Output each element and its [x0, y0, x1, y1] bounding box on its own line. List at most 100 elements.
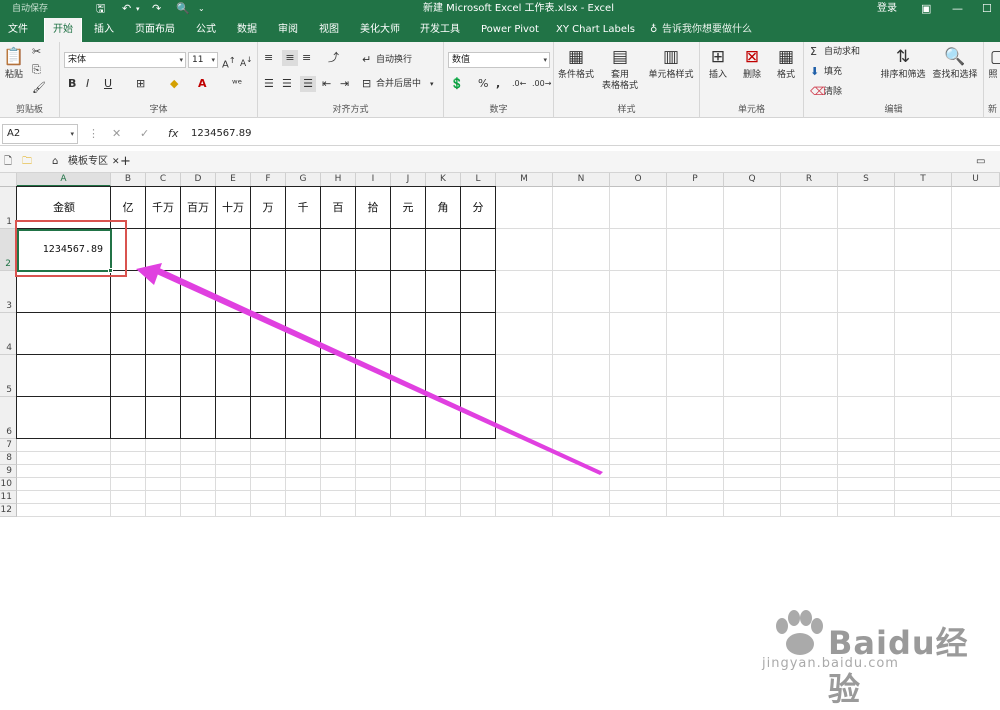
autosave-label[interactable]: 自动保存 — [12, 0, 48, 18]
redo-icon[interactable]: ↷ — [152, 1, 161, 17]
borders-icon[interactable]: ⊞ — [136, 76, 145, 92]
insert-cells-icon: ⊞ — [710, 47, 726, 67]
tab-meihua[interactable]: 美化大师 — [360, 18, 400, 42]
grow-font-icon[interactable]: A↑ — [222, 52, 236, 73]
paw-toe-1 — [776, 618, 788, 634]
customize-qat-icon[interactable]: ⌄ — [198, 1, 205, 17]
print-preview-icon[interactable]: 🔍 — [176, 1, 190, 17]
font-name-select[interactable]: 宋体 ▾ — [64, 52, 186, 68]
insert-function-button[interactable]: fx — [168, 126, 178, 142]
folder-icon[interactable]: 🗀 — [22, 153, 32, 171]
cell-styles-icon: ▥ — [662, 47, 680, 67]
format-cells-button[interactable]: ▦ 格式 — [772, 46, 800, 81]
delete-cells-button[interactable]: ⊠ 删除 — [738, 46, 766, 81]
tab-view[interactable]: 视图 — [319, 18, 339, 42]
align-center-icon[interactable]: ☰ — [282, 76, 292, 92]
tab-formulas[interactable]: 公式 — [196, 18, 216, 42]
align-middle-icon[interactable]: ≡ — [282, 50, 298, 66]
annotation-arrow — [136, 263, 603, 475]
number-format-select[interactable]: 数值 ▾ — [448, 52, 550, 68]
new-file-icon[interactable]: 🗋 — [4, 153, 12, 171]
photo-label: 照 — [988, 70, 998, 80]
font-color-icon[interactable]: A — [198, 76, 207, 92]
phonetic-icon[interactable]: ʷᵉ — [232, 76, 242, 92]
autosum-button[interactable]: 自动求和 — [824, 45, 860, 59]
chevron-down-icon[interactable]: ▾ — [430, 76, 434, 92]
insert-cells-button[interactable]: ⊞ 插入 — [704, 46, 732, 81]
photo-button[interactable]: ▢ 照 — [986, 46, 1000, 81]
wrap-text-button[interactable]: 自动换行 — [376, 53, 412, 67]
format-as-table-button[interactable]: ▤ 套用 表格格式 — [598, 46, 642, 92]
cancel-icon[interactable]: ✕ — [112, 126, 121, 142]
window-icon[interactable]: ▭ — [976, 153, 985, 171]
cell-styles-button[interactable]: ▥ 单元格样式 — [646, 46, 696, 81]
tab-xy-chart-labels[interactable]: XY Chart Labels — [556, 18, 635, 42]
window-title: 新建 Microsoft Excel 工作表.xlsx - Excel — [423, 3, 614, 14]
percent-button[interactable]: % — [478, 76, 488, 92]
find-select-button[interactable]: 🔍 查找和选择 — [930, 46, 980, 81]
ribbon-display-options-icon[interactable]: ▣ — [921, 0, 931, 18]
font-size-select[interactable]: 11 ▾ — [188, 52, 218, 68]
delete-cells-icon: ⊠ — [744, 47, 760, 67]
tab-developer[interactable]: 开发工具 — [420, 18, 460, 42]
tab-power-pivot[interactable]: Power Pivot — [481, 18, 539, 42]
template-zone-tab[interactable]: 模板专区 — [68, 153, 108, 171]
login-link[interactable]: 登录 — [877, 0, 897, 18]
cut-icon[interactable]: ✂ — [32, 44, 41, 60]
orientation-icon[interactable]: ⤴ — [328, 50, 339, 66]
clear-button[interactable]: 清除 — [824, 85, 842, 99]
enter-icon[interactable]: ✓ — [140, 126, 149, 142]
align-left-icon[interactable]: ☰ — [264, 76, 274, 92]
tab-insert[interactable]: 插入 — [94, 18, 114, 42]
currency-icon[interactable]: 💲 — [450, 76, 464, 92]
conditional-format-button[interactable]: ▦ 条件格式 — [556, 46, 596, 81]
cells-group: ⊞ 插入 ⊠ 删除 ▦ 格式 单元格 — [700, 42, 804, 118]
formula-input[interactable]: 1234567.89 — [191, 124, 251, 144]
italic-button[interactable]: I — [86, 76, 89, 92]
increase-indent-icon[interactable]: ⇥ — [340, 76, 349, 92]
find-select-label: 查找和选择 — [932, 70, 978, 80]
new-group: ▢ 照 新 — [984, 42, 1000, 118]
shrink-font-icon[interactable]: A↓ — [240, 52, 252, 72]
more-icon: ⋮ — [88, 127, 99, 140]
comma-button[interactable]: , — [496, 76, 500, 92]
formula-bar: A2 ▾ ⋮ ✕ ✓ fx 1234567.89 — [0, 122, 1000, 146]
fill-color-icon[interactable]: ◆ — [170, 76, 178, 92]
merge-center-button[interactable]: 合并后居中 — [376, 77, 421, 91]
bold-button[interactable]: B — [68, 76, 76, 92]
align-top-icon[interactable]: ≡ — [264, 50, 273, 66]
tab-data[interactable]: 数据 — [237, 18, 257, 42]
table-format-icon: ▤ — [611, 47, 629, 67]
spreadsheet-grid[interactable]: ABCDEFGHIJKLMNOPQRSTU 1 2 3 4 5 6 7 8 9 10 11 12 金额… — [0, 173, 1000, 708]
undo-icon[interactable]: ↶ — [122, 1, 131, 17]
add-tab-button[interactable]: + — [120, 153, 131, 171]
font-group-label: 字体 — [149, 105, 168, 115]
tab-home[interactable]: 开始 — [44, 18, 82, 42]
save-icon[interactable]: 🖫 — [96, 1, 105, 17]
close-tab-icon[interactable]: ✕ — [112, 153, 120, 171]
tab-file[interactable]: 文件 — [8, 18, 28, 42]
sort-filter-button[interactable]: ⇅ 排序和筛选 — [878, 46, 928, 81]
increase-decimal-icon[interactable]: .0← — [512, 76, 526, 92]
delete-cells-label: 删除 — [742, 70, 761, 80]
decrease-indent-icon[interactable]: ⇤ — [322, 76, 331, 92]
fill-button[interactable]: 填充 — [824, 65, 842, 79]
paste-button[interactable]: 📋 粘贴 — [2, 46, 26, 81]
copy-icon[interactable]: ⎘ — [32, 62, 41, 78]
home-icon: ⌂ — [52, 156, 59, 167]
underline-button[interactable]: U — [104, 76, 112, 92]
align-right-icon[interactable]: ☰ — [300, 76, 316, 92]
tab-page-layout[interactable]: 页面布局 — [135, 18, 175, 42]
format-painter-icon[interactable]: 🖌 — [32, 80, 46, 96]
chevron-down-icon: ▾ — [70, 130, 74, 138]
undo-dropdown-icon[interactable]: ▾ — [136, 1, 140, 17]
maximize-icon[interactable]: ☐ — [982, 0, 992, 18]
decrease-decimal-icon[interactable]: .00→ — [532, 76, 551, 92]
name-box[interactable]: A2 ▾ — [2, 124, 78, 144]
align-bottom-icon[interactable]: ≡ — [302, 50, 311, 66]
tell-me-search[interactable]: 告诉我你想要做什么 — [662, 18, 752, 42]
number-group-label: 数字 — [489, 105, 508, 115]
minimize-icon[interactable]: — — [952, 0, 963, 18]
tab-review[interactable]: 审阅 — [278, 18, 298, 42]
paste-icon: 📋 — [3, 47, 25, 67]
